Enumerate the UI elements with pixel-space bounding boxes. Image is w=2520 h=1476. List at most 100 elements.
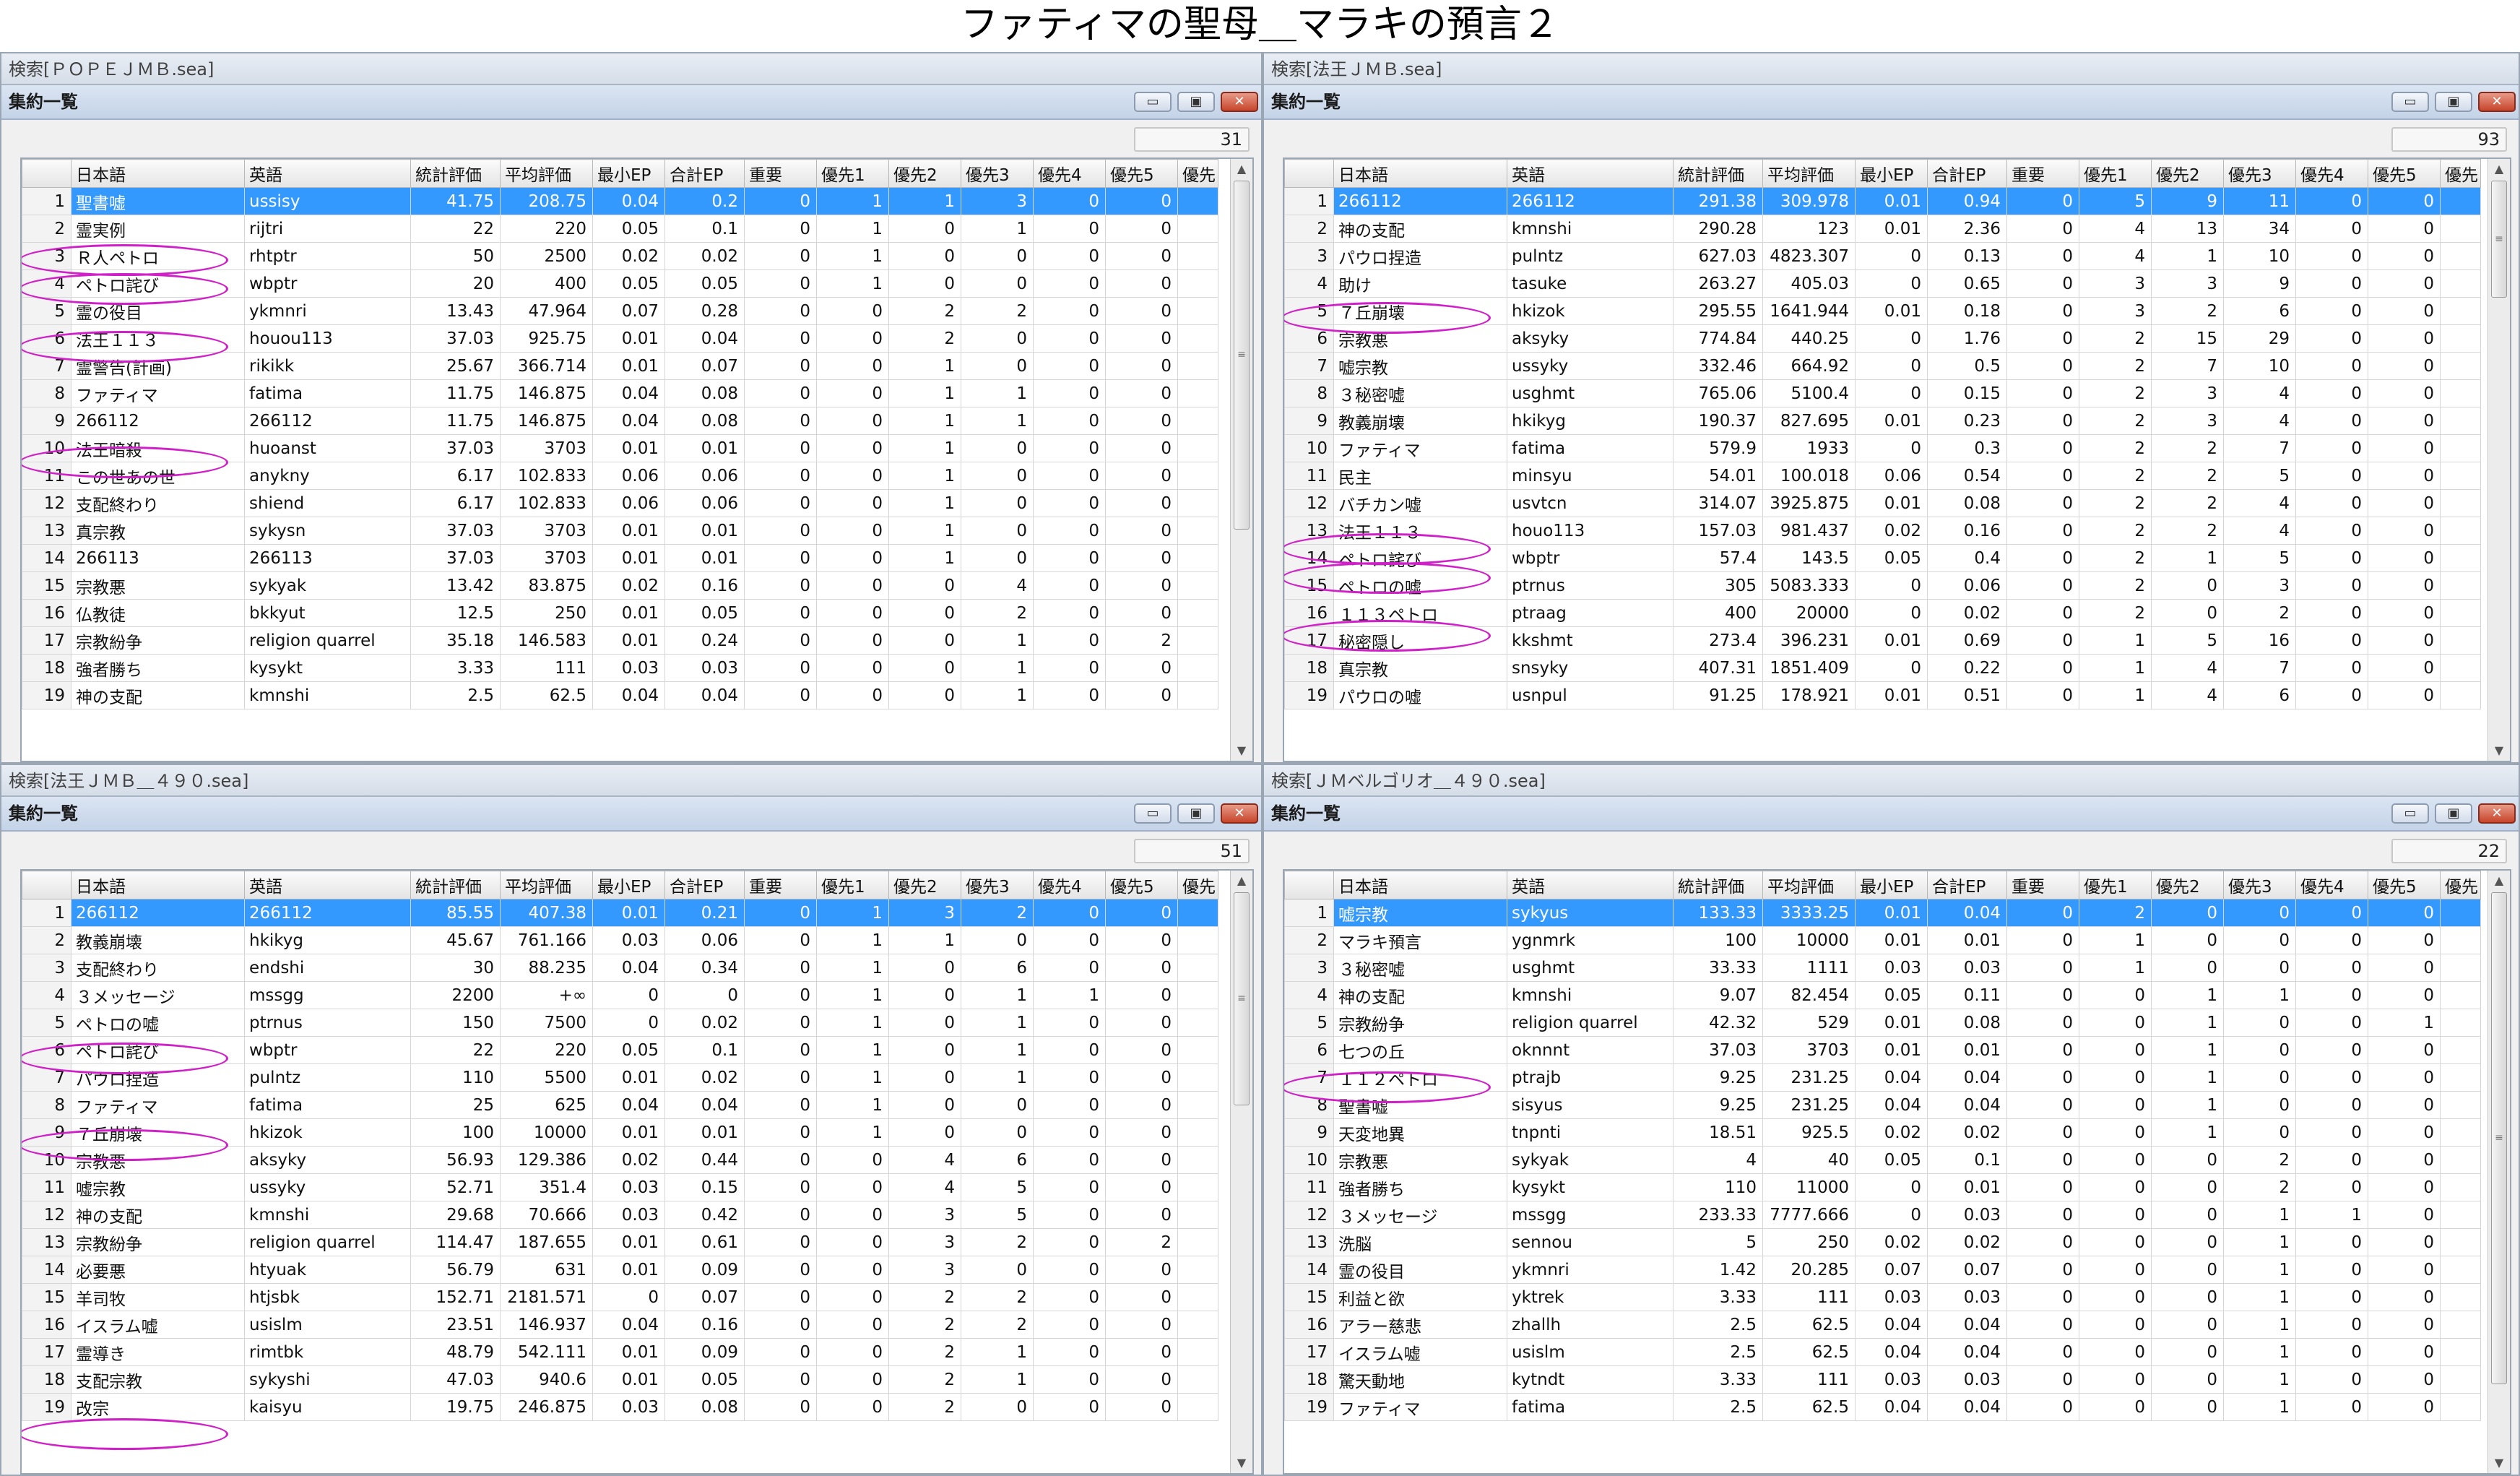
table-cell[interactable]: 0 [744, 407, 817, 435]
table-cell[interactable]: 407.38 [500, 899, 593, 927]
table-cell[interactable]: 0 [2006, 379, 2079, 407]
table-cell[interactable]: houo113 [1507, 517, 1673, 545]
table-cell[interactable]: 0 [2006, 544, 2079, 572]
table-cell[interactable]: 0 [2006, 187, 2079, 215]
table-cell[interactable]: wbptr [244, 1036, 411, 1064]
table-cell[interactable]: 0 [816, 654, 889, 682]
table-cell[interactable]: 2200 [410, 981, 501, 1009]
column-header[interactable]: 英語 [1507, 871, 1673, 899]
table-cell[interactable]: religion quarrel [1507, 1009, 1673, 1037]
table-cell[interactable]: 0.01 [1855, 681, 1928, 709]
table-cell[interactable]: 20 [410, 269, 501, 298]
table-cell[interactable]: 0 [2295, 352, 2368, 380]
table-cell[interactable]: 85.55 [410, 899, 501, 927]
column-header[interactable]: 優先1 [816, 159, 889, 188]
table-cell[interactable]: 0.02 [664, 1009, 745, 1037]
table-cell[interactable]: 2 [2079, 462, 2152, 490]
table-cell[interactable]: 4 [2223, 489, 2296, 517]
table-cell[interactable]: 改宗 [71, 1393, 245, 1421]
table-cell[interactable]: kmnshi [1507, 981, 1673, 1009]
table-cell[interactable]: 聖書嘘 [1333, 1091, 1507, 1119]
column-header[interactable]: 優先2 [888, 871, 961, 899]
table-cell[interactable]: 146.875 [500, 407, 593, 435]
table-row[interactable]: 5 ７丘崩壊 hkizok 295.55 1641.944 0.01 0.18 0 3 2 6 0 0 [1284, 297, 2481, 325]
table-cell[interactable]: 支配宗教 [71, 1365, 245, 1394]
table-cell[interactable]: 19.75 [410, 1393, 501, 1421]
close-button[interactable]: ✕ [1221, 92, 1258, 112]
table-cell[interactable]: ペトロ詫び [1333, 544, 1507, 572]
table-cell[interactable] [2440, 681, 2481, 709]
table-cell[interactable] [2440, 1036, 2481, 1064]
column-header[interactable]: 優先 [2440, 159, 2481, 188]
table-cell[interactable]: 0.02 [1855, 1228, 1928, 1256]
table-cell[interactable]: 273.4 [1673, 626, 1763, 655]
table-cell[interactable]: 0.5 [1927, 352, 2007, 380]
table-cell[interactable]: 11.75 [410, 379, 501, 407]
table-row[interactable]: 2 教義崩壊 hkikyg 45.67 761.166 0.03 0.06 0 1 1 0 0 0 [22, 926, 1218, 954]
table-cell[interactable]: 0 [1855, 434, 1928, 462]
table-cell[interactable]: パウロの嘘 [1333, 681, 1507, 709]
table-cell[interactable]: 0 [1105, 462, 1178, 490]
table-cell[interactable]: 0 [2151, 1365, 2224, 1394]
column-header[interactable]: 優先4 [1033, 871, 1106, 899]
table-cell[interactable]: 0 [1105, 1201, 1178, 1229]
table-cell[interactable] [2440, 297, 2481, 325]
table-cell[interactable]: 102.833 [500, 489, 593, 517]
table-row[interactable]: 7 パウロ捏造 pulntz 110 5500 0.01 0.02 0 1 0 1 0 0 [22, 1063, 1218, 1092]
table-cell[interactable]: 0.07 [1927, 1256, 2007, 1284]
table-cell[interactable]: 0.01 [1927, 1173, 2007, 1201]
table-row[interactable]: 15 ペトロの嘘 ptrnus 305 5083.333 0 0.06 0 2 0 3 0 0 [1284, 571, 2481, 600]
table-cell[interactable]: 29 [2223, 324, 2296, 353]
table-cell[interactable]: 0 [1033, 297, 1106, 325]
table-cell[interactable]: 54.01 [1673, 462, 1763, 490]
table-cell[interactable]: ptrnus [244, 1009, 411, 1037]
table-cell[interactable]: 0 [1105, 352, 1178, 380]
table-cell[interactable]: 仏教徒 [71, 599, 245, 627]
table-cell[interactable]: 洗脳 [1333, 1228, 1507, 1256]
table-cell[interactable]: 0 [1105, 981, 1178, 1009]
table-cell[interactable]: 0 [2295, 981, 2368, 1009]
table-row[interactable]: 5 宗教紛争 religion quarrel 42.32 529 0.01 0.08 0 0 1… [1284, 1009, 2481, 1037]
table-cell[interactable]: 266112 [244, 407, 411, 435]
table-cell[interactable]: 0 [816, 571, 889, 600]
table-cell[interactable]: 0 [1105, 1146, 1178, 1174]
table-row[interactable]: 12 ３メッセージ mssgg 233.33 7777.666 0 0.03 0 0 0 1 1 0 [1284, 1201, 2481, 1229]
table-cell[interactable]: 50 [410, 242, 501, 270]
table-cell[interactable]: 0.06 [664, 489, 745, 517]
maximize-button[interactable]: ▣ [1177, 803, 1215, 824]
table-cell[interactable] [1177, 1009, 1218, 1037]
table-cell[interactable]: 0 [2295, 434, 2368, 462]
table-cell[interactable]: パウロ捏造 [1333, 242, 1507, 270]
table-cell[interactable]: 0 [816, 599, 889, 627]
table-cell[interactable]: 631 [500, 1256, 593, 1284]
minimize-button[interactable]: ▭ [1134, 803, 1172, 824]
table-cell[interactable]: 神の支配 [1333, 981, 1507, 1009]
table-cell[interactable]: 0 [2223, 1118, 2296, 1147]
table-cell[interactable]: 0.02 [1927, 1228, 2007, 1256]
column-header[interactable]: 優先3 [2223, 871, 2296, 899]
table-cell[interactable]: 0 [2006, 954, 2079, 982]
table-cell[interactable]: 6.17 [410, 462, 501, 490]
table-cell[interactable]: 4 [888, 1146, 961, 1174]
column-header[interactable]: 平均評価 [1762, 159, 1856, 188]
table-cell[interactable] [1177, 1338, 1218, 1366]
table-cell[interactable]: 0 [592, 981, 665, 1009]
table-cell[interactable]: 0 [816, 379, 889, 407]
table-cell[interactable]: 0 [961, 544, 1034, 572]
table-cell[interactable]: 0.04 [664, 1091, 745, 1119]
table-cell[interactable]: 0 [2368, 1118, 2441, 1147]
table-cell[interactable]: 0 [2295, 571, 2368, 600]
table-cell[interactable]: 0.03 [664, 654, 745, 682]
table-cell[interactable]: 0 [1033, 407, 1106, 435]
table-cell[interactable]: sykyak [244, 571, 411, 600]
table-cell[interactable]: 3 [888, 1256, 961, 1284]
results-grid[interactable]: 日本語 英語 統計評価 平均評価 最小EP 合計EP 重要 優先1 優先2 優先3 優先4 優先5 優先… [1283, 869, 2511, 1475]
table-cell[interactable]: mssgg [244, 981, 411, 1009]
table-cell[interactable]: 3 [961, 187, 1034, 215]
table-cell[interactable]: 0 [816, 544, 889, 572]
table-cell[interactable]: 62.5 [1762, 1393, 1856, 1421]
table-cell[interactable] [2440, 1338, 2481, 1366]
table-cell[interactable]: 0.04 [1855, 1338, 1928, 1366]
table-cell[interactable]: 0.04 [1855, 1311, 1928, 1339]
table-cell[interactable] [1177, 489, 1218, 517]
